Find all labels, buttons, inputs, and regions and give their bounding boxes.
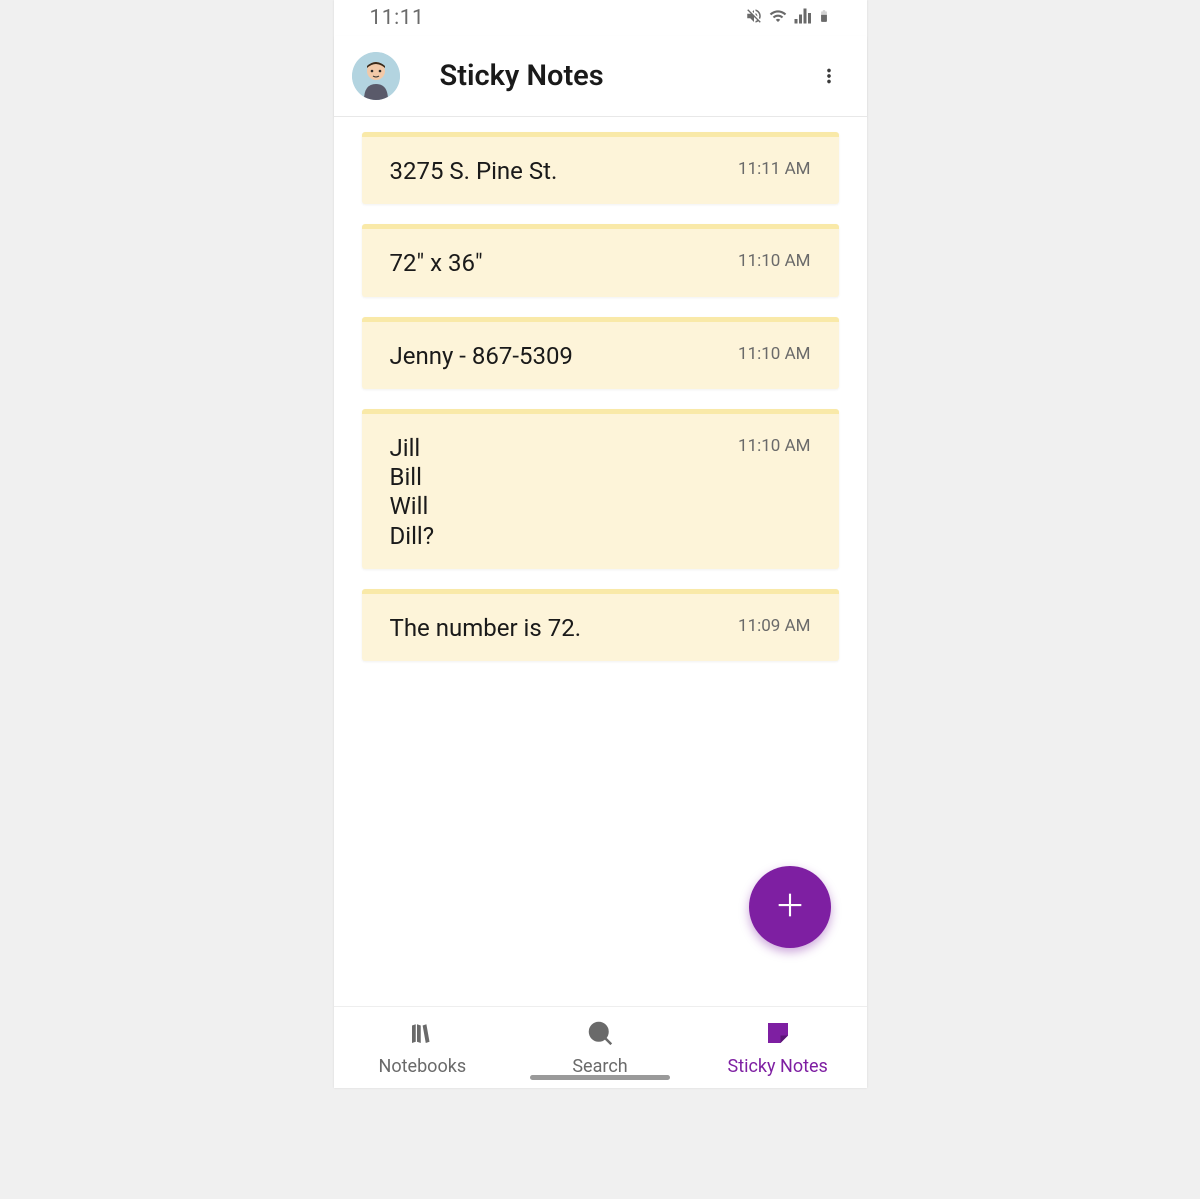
status-time: 11:11 [370, 6, 425, 30]
note-time: 11:10 AM [738, 340, 810, 364]
sticky-notes-icon [763, 1018, 793, 1052]
app-screen: 11:11 [334, 0, 867, 1088]
note-time: 11:10 AM [738, 247, 810, 271]
notebooks-icon [407, 1018, 437, 1052]
wifi-icon [769, 7, 787, 29]
home-indicator[interactable] [530, 1075, 670, 1080]
status-bar: 11:11 [334, 0, 867, 36]
nav-notebooks[interactable]: Notebooks [334, 1007, 512, 1088]
note-content: The number is 72. [390, 612, 739, 643]
note-content: 72" x 36" [390, 247, 739, 278]
page-title: Sticky Notes [440, 59, 809, 93]
overflow-menu-button[interactable] [809, 56, 849, 96]
note-content: Jenny - 867-5309 [390, 340, 739, 371]
nav-label: Search [572, 1056, 627, 1077]
note-content: Jill Bill Will Dill? [390, 432, 739, 551]
nav-sticky-notes[interactable]: Sticky Notes [689, 1007, 867, 1088]
note-time: 11:11 AM [738, 155, 810, 179]
note-card[interactable]: Jenny - 867-5309 11:10 AM [362, 317, 839, 389]
note-card[interactable]: The number is 72. 11:09 AM [362, 589, 839, 661]
nav-label: Sticky Notes [728, 1056, 828, 1077]
nav-label: Notebooks [379, 1056, 467, 1077]
plus-icon [773, 888, 807, 926]
status-icons [745, 7, 831, 29]
avatar[interactable] [352, 52, 400, 100]
note-time: 11:10 AM [738, 432, 810, 456]
note-card[interactable]: 72" x 36" 11:10 AM [362, 224, 839, 296]
signal-icon [793, 7, 811, 29]
note-content: 3275 S. Pine St. [390, 155, 739, 186]
note-card[interactable]: Jill Bill Will Dill? 11:10 AM [362, 409, 839, 569]
add-note-button[interactable] [749, 866, 831, 948]
note-time: 11:09 AM [738, 612, 810, 636]
search-icon [585, 1018, 615, 1052]
app-header: Sticky Notes [334, 36, 867, 117]
note-card[interactable]: 3275 S. Pine St. 11:11 AM [362, 132, 839, 204]
mute-icon [745, 7, 763, 29]
battery-icon [817, 7, 831, 29]
